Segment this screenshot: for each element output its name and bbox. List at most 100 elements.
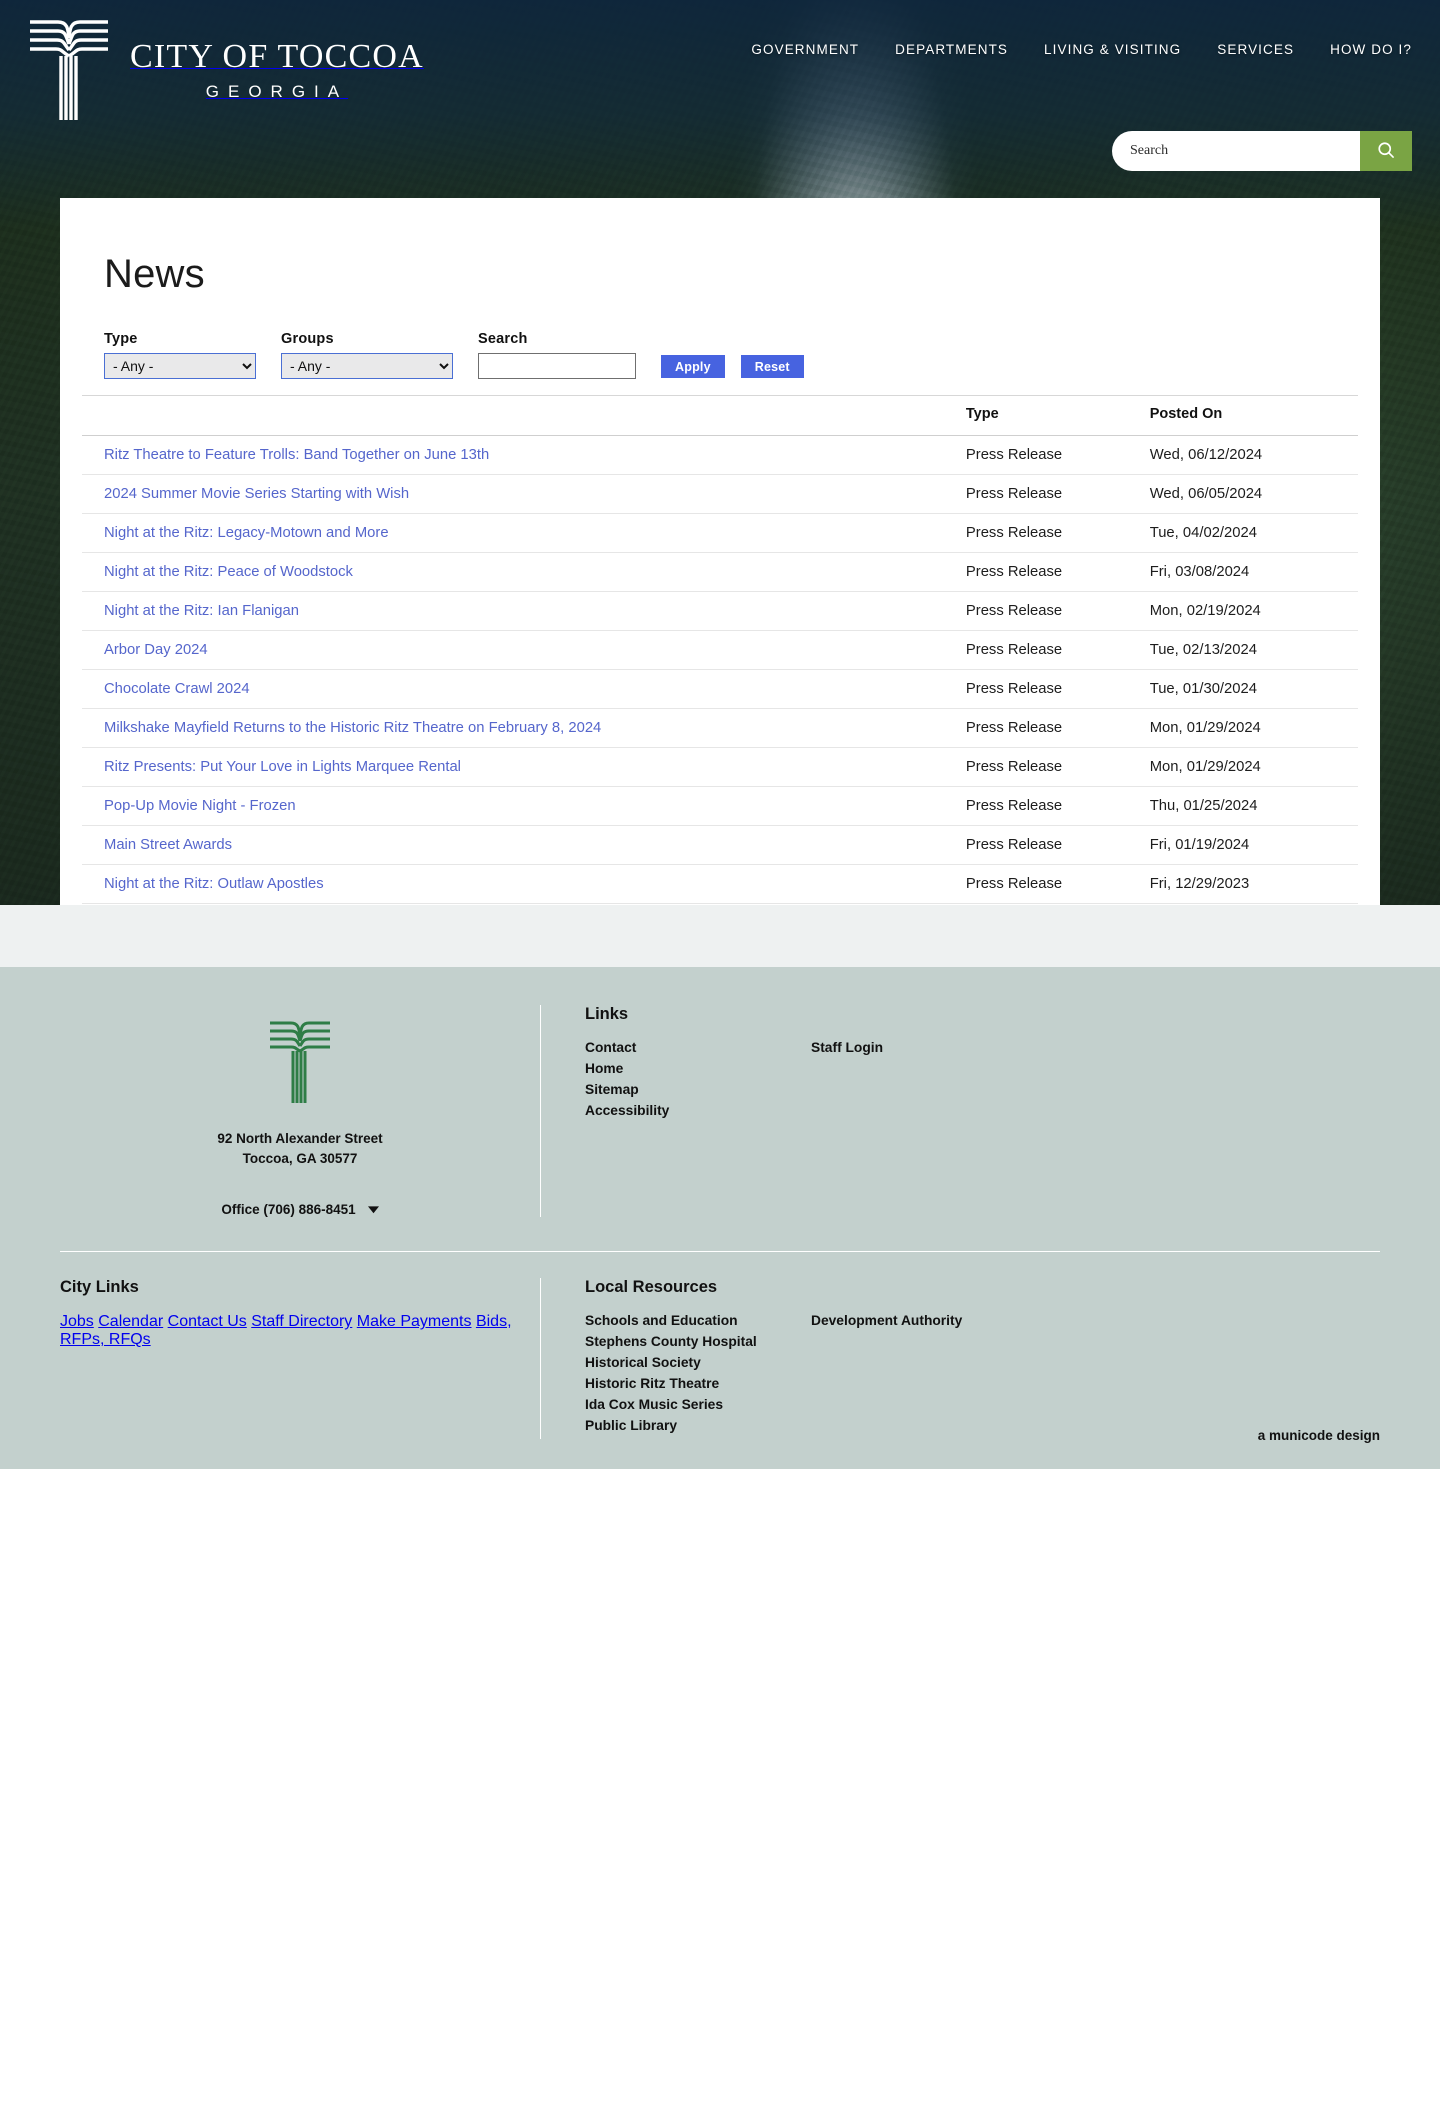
footer-links-col-2: Staff Login (811, 1040, 1037, 1124)
footer-phone[interactable]: Office (706) 886-8451 (221, 1202, 378, 1217)
city-link-jobs[interactable]: Jobs (60, 1313, 94, 1330)
brand-name: CITY OF TOCCOA (130, 38, 424, 75)
news-posted-on-cell: Tue, 02/13/2024 (1142, 631, 1358, 670)
news-posted-on-cell: Tue, 01/30/2024 (1142, 670, 1358, 709)
nav-item-government[interactable]: GOVERNMENT (751, 42, 859, 57)
city-link-make-payments[interactable]: Make Payments (357, 1313, 472, 1330)
column-header-type: Type (958, 396, 1142, 436)
news-title-cell: Night at the Ritz: Outlaw Apostles (82, 865, 958, 904)
apply-button[interactable]: Apply (661, 355, 725, 378)
local-link-stephens-county-hospital[interactable]: Stephens County Hospital (585, 1334, 811, 1349)
table-header-row: Type Posted On (82, 396, 1358, 436)
footer-address: 92 North Alexander Street Toccoa, GA 305… (217, 1129, 382, 1168)
footer-link-home[interactable]: Home (585, 1061, 811, 1076)
footer-phone-text: Office (706) 886-8451 (221, 1202, 355, 1217)
search-submit-button[interactable] (1360, 131, 1412, 171)
local-link-ida-cox-music-series[interactable]: Ida Cox Music Series (585, 1397, 811, 1412)
chevron-down-icon[interactable] (368, 1202, 379, 1217)
filter-type-select[interactable]: - Any - (104, 353, 256, 379)
table-row: Arbor Day 2024 Press ReleaseTue, 02/13/20… (82, 631, 1358, 670)
table-row: Night at the Ritz: Outlaw ApostlesPress … (82, 865, 1358, 904)
nav-item-how-do-i[interactable]: HOW DO I? (1330, 42, 1412, 57)
table-row: Ritz Presents: Put Your Love in Lights M… (82, 748, 1358, 787)
local-resources-wrap: Local Resources Schools and Education St… (585, 1278, 1037, 1439)
reset-button[interactable]: Reset (741, 355, 804, 378)
filter-search-input[interactable] (478, 353, 636, 379)
local-resources-columns: Schools and Education Stephens County Ho… (585, 1313, 1037, 1439)
table-row: Chocolate Crawl 2024 Press ReleaseTue, 01… (82, 670, 1358, 709)
local-link-historic-ritz-theatre[interactable]: Historic Ritz Theatre (585, 1376, 811, 1391)
table-row: Pop-Up Movie Night - Frozen Press Release… (82, 787, 1358, 826)
footer-link-sitemap[interactable]: Sitemap (585, 1082, 811, 1097)
toccoa-t-logo-icon (28, 12, 110, 124)
toccoa-t-logo-icon (268, 1015, 332, 1107)
nav-item-services[interactable]: SERVICES (1217, 42, 1294, 57)
news-posted-on-cell: Wed, 06/12/2024 (1142, 436, 1358, 475)
news-title-link[interactable]: Night at the Ritz: Ian Flanigan (104, 603, 299, 619)
table-row: Santa Clause 3Press ReleaseMon, 12/18/20… (82, 904, 1358, 906)
filter-search: Search (478, 331, 636, 379)
news-title-cell: Milkshake Mayfield Returns to the Histor… (82, 709, 958, 748)
table-row: 2024 Summer Movie Series Starting with W… (82, 475, 1358, 514)
local-link-public-library[interactable]: Public Library (585, 1418, 811, 1433)
city-link-calendar[interactable]: Calendar (98, 1313, 163, 1330)
city-links-section: City Links Jobs Calendar Contact Us Staf… (60, 1278, 540, 1439)
news-title-link[interactable]: Main Street Awards (104, 837, 232, 853)
footer-link-accessibility[interactable]: Accessibility (585, 1103, 811, 1118)
footer-link-staff-login[interactable]: Staff Login (811, 1040, 1037, 1055)
table-row: Milkshake Mayfield Returns to the Histor… (82, 709, 1358, 748)
news-posted-on-cell: Wed, 06/05/2024 (1142, 475, 1358, 514)
municode-credit[interactable]: a municode design (1258, 1428, 1380, 1443)
site-logo-link[interactable]: CITY OF TOCCOA GEORGIA (28, 12, 424, 124)
search-input[interactable] (1112, 131, 1360, 171)
column-header-title (82, 396, 958, 436)
nav-item-living-visiting[interactable]: LIVING & VISITING (1044, 42, 1181, 57)
footer-links-columns: Contact Home Sitemap Accessibility Staff… (585, 1040, 1380, 1124)
local-link-development-authority[interactable]: Development Authority (811, 1313, 1037, 1328)
news-posted-on-cell: Tue, 04/02/2024 (1142, 514, 1358, 553)
table-row: Night at the Ritz: Peace of Woodstock Pre… (82, 553, 1358, 592)
footer-address-line1: 92 North Alexander Street (217, 1129, 382, 1149)
news-posted-on-cell: Fri, 03/08/2024 (1142, 553, 1358, 592)
filter-actions: Apply Reset (661, 355, 804, 379)
news-type-cell: Press Release (958, 436, 1142, 475)
footer-link-contact[interactable]: Contact (585, 1040, 811, 1055)
news-title-link[interactable]: Ritz Theatre to Feature Trolls: Band Tog… (104, 447, 489, 463)
filter-search-label: Search (478, 331, 636, 347)
news-type-cell: Press Release (958, 631, 1142, 670)
local-link-historical-society[interactable]: Historical Society (585, 1355, 811, 1370)
masthead: CITY OF TOCCOA GEORGIA GOVERNMENT DEPART… (0, 0, 1440, 145)
news-table-body: Ritz Theatre to Feature Trolls: Band Tog… (82, 436, 1358, 906)
news-table-head: Type Posted On (82, 396, 1358, 436)
city-link-staff-directory[interactable]: Staff Directory (251, 1313, 352, 1330)
footer-identity: 92 North Alexander Street Toccoa, GA 305… (60, 1005, 540, 1217)
city-link-contact-us[interactable]: Contact Us (168, 1313, 247, 1330)
news-title-cell: Pop-Up Movie Night - Frozen (82, 787, 958, 826)
content-card: News Type - Any - Groups - Any - Search … (60, 198, 1380, 905)
news-type-cell: Press Release (958, 787, 1142, 826)
news-title-link[interactable]: Chocolate Crawl 2024 (104, 681, 250, 697)
news-type-cell: Press Release (958, 592, 1142, 631)
news-posted-on-cell: Mon, 12/18/2023 (1142, 904, 1358, 906)
local-link-schools-and-education[interactable]: Schools and Education (585, 1313, 811, 1328)
news-type-cell: Press Release (958, 670, 1142, 709)
news-title-link[interactable]: Arbor Day 2024 (104, 642, 208, 658)
news-title-link[interactable]: Night at the Ritz: Peace of Woodstock (104, 564, 353, 580)
column-header-posted-on: Posted On (1142, 396, 1358, 436)
brand-state: GEORGIA (130, 82, 424, 102)
footer-links-heading: Links (585, 1005, 1380, 1024)
news-title-cell: Night at the Ritz: Ian Flanigan (82, 592, 958, 631)
news-title-cell: Ritz Presents: Put Your Love in Lights M… (82, 748, 958, 787)
news-title-link[interactable]: Milkshake Mayfield Returns to the Histor… (104, 720, 601, 736)
filter-groups-select[interactable]: - Any - (281, 353, 453, 379)
news-title-link[interactable]: 2024 Summer Movie Series Starting with W… (104, 486, 409, 502)
news-title-link[interactable]: Ritz Presents: Put Your Love in Lights M… (104, 759, 461, 775)
local-resources-section: Local Resources Schools and Education St… (541, 1278, 1380, 1439)
news-type-cell: Press Release (958, 553, 1142, 592)
news-title-link[interactable]: Pop-Up Movie Night - Frozen (104, 798, 296, 814)
news-title-link[interactable]: Night at the Ritz: Legacy-Motown and Mor… (104, 525, 389, 541)
footer-top: 92 North Alexander Street Toccoa, GA 305… (0, 1005, 1440, 1217)
nav-item-departments[interactable]: DEPARTMENTS (895, 42, 1008, 57)
table-row: Ritz Theatre to Feature Trolls: Band Tog… (82, 436, 1358, 475)
news-title-link[interactable]: Night at the Ritz: Outlaw Apostles (104, 876, 324, 892)
